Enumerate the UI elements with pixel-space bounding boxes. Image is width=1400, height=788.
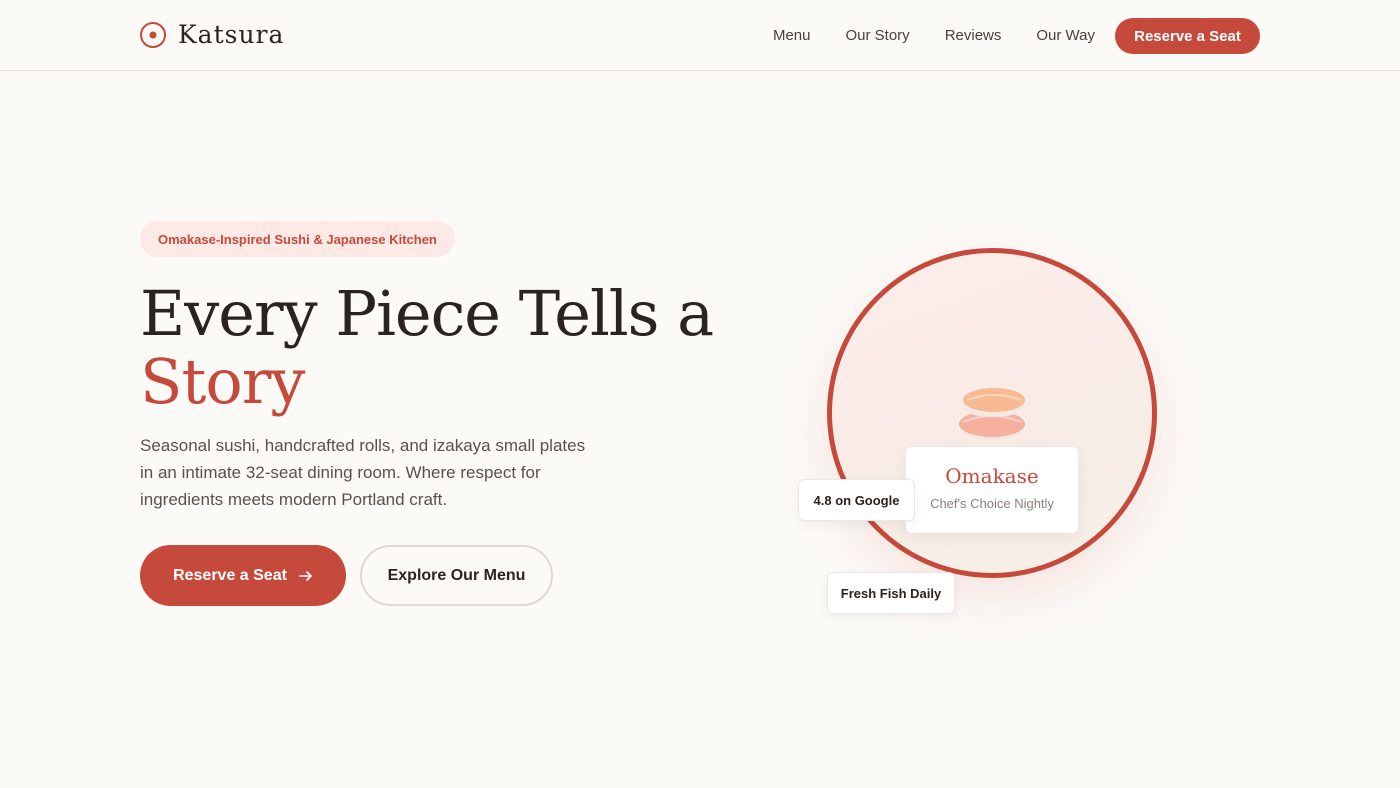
omakase-card: Omakase Chef's Choice Nightly <box>906 447 1078 533</box>
explore-menu-button[interactable]: Explore Our Menu <box>360 545 553 606</box>
nav-link-reviews[interactable]: Reviews <box>945 18 1002 54</box>
fresh-fish-chip: Fresh Fish Daily <box>827 572 955 614</box>
reserve-seat-button[interactable]: Reserve a Seat <box>140 545 346 606</box>
arrow-right-icon <box>299 570 312 581</box>
omakase-card-title: Omakase <box>945 464 1039 488</box>
nav-reserve-button[interactable]: Reserve a Seat <box>1115 18 1260 54</box>
hero-headline: Every Piece Tells a Story <box>140 277 714 418</box>
hero-badge: Omakase-Inspired Sushi & Japanese Kitche… <box>140 221 455 257</box>
logo-circle-icon <box>140 21 166 48</box>
omakase-card-subtitle: Chef's Choice Nightly <box>930 496 1054 511</box>
hero-description: Seasonal sushi, handcrafted rolls, and i… <box>140 436 586 509</box>
nav-links: Menu Our Story Reviews Our Way Reserve a… <box>773 18 1260 54</box>
nav-link-our-way[interactable]: Our Way <box>1036 18 1095 54</box>
top-nav: Katsura Menu Our Story Reviews Our Way R… <box>0 0 1400 71</box>
logo[interactable]: Katsura <box>140 20 284 49</box>
headline-accent: Story <box>140 345 305 418</box>
headline-main: Every Piece Tells a <box>140 277 714 350</box>
sushi-icon <box>959 388 1025 440</box>
nav-link-menu[interactable]: Menu <box>773 18 811 54</box>
nav-link-our-story[interactable]: Our Story <box>846 18 910 54</box>
brand-name: Katsura <box>178 20 285 49</box>
reserve-seat-label: Reserve a Seat <box>173 566 287 584</box>
google-rating-chip: 4.8 on Google <box>798 479 915 521</box>
